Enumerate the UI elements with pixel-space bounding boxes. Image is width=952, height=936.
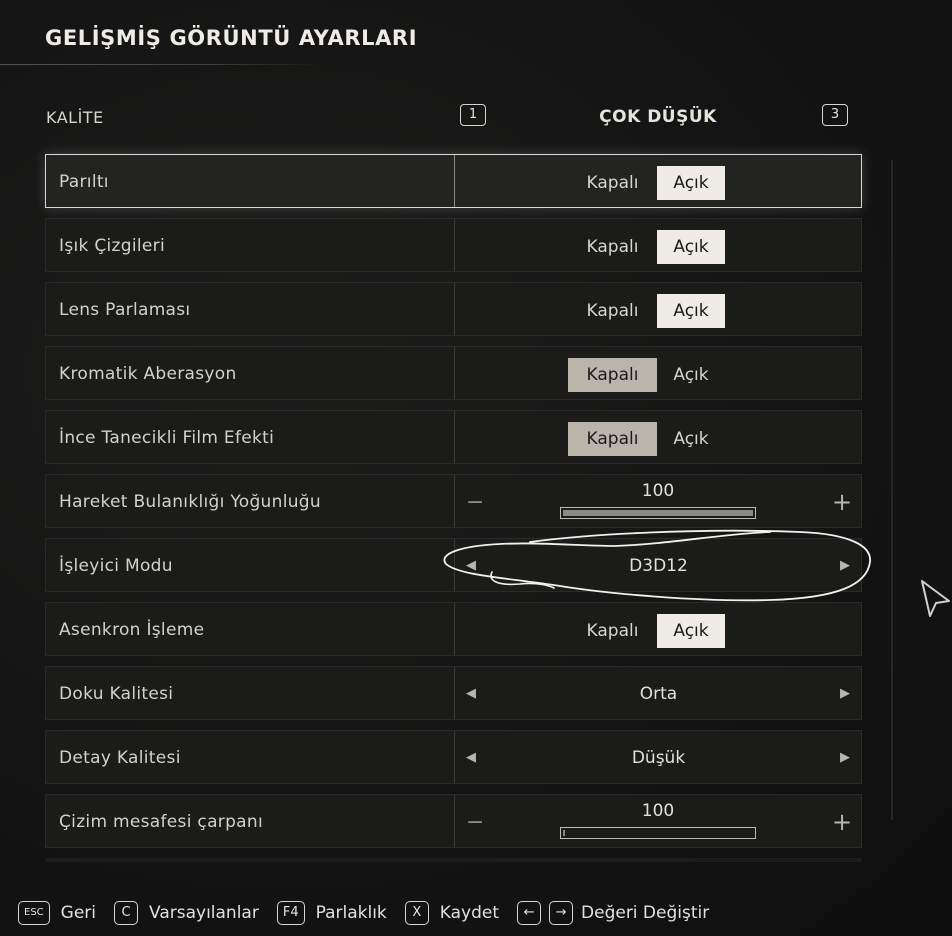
quality-preset-value: ÇOK DÜŞÜK — [599, 107, 717, 127]
arrow-right-icon: → — [549, 901, 574, 925]
minus-icon[interactable]: − — [466, 490, 484, 515]
back-label: Geri — [60, 903, 97, 923]
plus-icon[interactable]: + — [832, 808, 852, 836]
row-divider — [454, 539, 455, 591]
setting-label: Detay Kalitesi — [59, 748, 181, 768]
setting-row-light-streaks[interactable]: Işık Çizgileri Kapalı Açık — [45, 218, 862, 272]
slider-track[interactable] — [560, 507, 756, 519]
toggle-off-option[interactable]: Kapalı — [568, 294, 657, 328]
defaults-label: Varsayılanlar — [149, 903, 259, 923]
selector-value: D3D12 — [629, 556, 688, 576]
esc-key: ESC — [18, 901, 50, 925]
setting-label: İnce Tanecikli Film Efekti — [59, 428, 275, 448]
row-divider — [454, 283, 455, 335]
toggle-on-option[interactable]: Açık — [657, 422, 725, 456]
footer-hints: ESC Geri C Varsayılanlar F4 Parlaklık X … — [18, 898, 727, 928]
plus-icon[interactable]: + — [832, 488, 852, 516]
change-value-hint[interactable]: ← → Değeri Değiştir — [517, 901, 709, 925]
slider-track[interactable] — [560, 827, 756, 839]
setting-row-renderer-mode[interactable]: İşleyici Modu ◀ D3D12 ▶ — [45, 538, 862, 592]
save-hint[interactable]: X Kaydet — [404, 901, 500, 925]
slider-fill — [563, 830, 565, 836]
setting-row-motion-blur[interactable]: Hareket Bulanıklığı Yoğunluğu − 100 + — [45, 474, 862, 528]
row-divider — [454, 347, 455, 399]
toggle-on-option[interactable]: Açık — [657, 614, 725, 648]
setting-row-async-compute[interactable]: Asenkron İşleme Kapalı Açık — [45, 602, 862, 656]
selector-value: Orta — [639, 684, 678, 704]
toggle-off-option[interactable]: Kapalı — [568, 230, 657, 264]
toggle-control: Kapalı Açık — [568, 166, 725, 200]
row-divider — [454, 603, 455, 655]
toggle-on-option[interactable]: Açık — [657, 166, 725, 200]
arrow-left-icon: ← — [517, 901, 542, 925]
row-divider — [454, 731, 455, 783]
setting-label: Parıltı — [59, 172, 109, 192]
mouse-pointer-icon — [921, 580, 950, 617]
setting-row-texture-quality[interactable]: Doku Kalitesi ◀ Orta ▶ — [45, 666, 862, 720]
quality-next-key[interactable]: 3 — [822, 104, 848, 126]
scrollbar[interactable] — [891, 160, 893, 820]
setting-row-chromatic-aberration[interactable]: Kromatik Aberasyon Kapalı Açık — [45, 346, 862, 400]
row-divider — [454, 795, 455, 847]
defaults-hint[interactable]: C Varsayılanlar — [114, 901, 259, 925]
change-value-label: Değeri Değiştir — [581, 903, 710, 923]
setting-label: Doku Kalitesi — [59, 684, 174, 704]
brightness-hint[interactable]: F4 Parlaklık — [276, 901, 387, 925]
c-key: C — [114, 901, 139, 925]
toggle-control: Kapalı Açık — [568, 422, 725, 456]
arrow-keys: ← → — [517, 901, 581, 925]
page-title: GELİŞMİŞ GÖRÜNTÜ AYARLARI — [45, 26, 418, 50]
save-label: Kaydet — [439, 903, 500, 923]
setting-label: Asenkron İşleme — [59, 620, 205, 640]
title-divider — [0, 64, 320, 65]
toggle-on-option[interactable]: Açık — [657, 358, 725, 392]
next-row-edge — [45, 858, 862, 862]
row-divider — [454, 219, 455, 271]
toggle-off-option[interactable]: Kapalı — [568, 614, 657, 648]
toggle-on-option[interactable]: Açık — [657, 294, 725, 328]
slider-value: 100 — [641, 801, 675, 821]
setting-label: Işık Çizgileri — [59, 236, 165, 256]
setting-row-glow[interactable]: Parıltı Kapalı Açık — [45, 154, 862, 208]
setting-label: İşleyici Modu — [59, 556, 173, 576]
toggle-control: Kapalı Açık — [568, 358, 725, 392]
setting-label: Çizim mesafesi çarpanı — [59, 812, 263, 832]
row-divider — [454, 411, 455, 463]
chevron-right-icon[interactable]: ▶ — [840, 539, 850, 591]
slider-value: 100 — [641, 481, 675, 501]
toggle-off-option[interactable]: Kapalı — [568, 166, 657, 200]
setting-row-lens-flare[interactable]: Lens Parlaması Kapalı Açık — [45, 282, 862, 336]
toggle-control: Kapalı Açık — [568, 614, 725, 648]
row-divider — [454, 475, 455, 527]
x-key: X — [404, 901, 429, 925]
back-hint[interactable]: ESC Geri — [18, 901, 96, 925]
f4-key: F4 — [276, 901, 305, 925]
minus-icon[interactable]: − — [466, 810, 484, 835]
toggle-off-option[interactable]: Kapalı — [568, 422, 657, 456]
setting-label: Lens Parlaması — [59, 300, 191, 320]
chevron-right-icon[interactable]: ▶ — [840, 667, 850, 719]
settings-list: Parıltı Kapalı Açık Işık Çizgileri Kapal… — [45, 154, 862, 858]
toggle-control: Kapalı Açık — [568, 294, 725, 328]
selector-value: Düşük — [631, 748, 686, 768]
brightness-label: Parlaklık — [315, 903, 387, 923]
setting-label: Kromatik Aberasyon — [59, 364, 237, 384]
setting-row-film-grain[interactable]: İnce Tanecikli Film Efekti Kapalı Açık — [45, 410, 862, 464]
quality-label: KALİTE — [46, 108, 104, 127]
setting-label: Hareket Bulanıklığı Yoğunluğu — [59, 492, 321, 512]
row-divider — [454, 667, 455, 719]
quality-prev-key[interactable]: 1 — [460, 104, 486, 126]
toggle-off-option[interactable]: Kapalı — [568, 358, 657, 392]
row-divider — [454, 155, 455, 207]
toggle-control: Kapalı Açık — [568, 230, 725, 264]
chevron-right-icon[interactable]: ▶ — [840, 731, 850, 783]
setting-row-draw-distance[interactable]: Çizim mesafesi çarpanı − 100 + — [45, 794, 862, 848]
toggle-on-option[interactable]: Açık — [657, 230, 725, 264]
slider-fill — [563, 510, 753, 516]
setting-row-detail-quality[interactable]: Detay Kalitesi ◀ Düşük ▶ — [45, 730, 862, 784]
